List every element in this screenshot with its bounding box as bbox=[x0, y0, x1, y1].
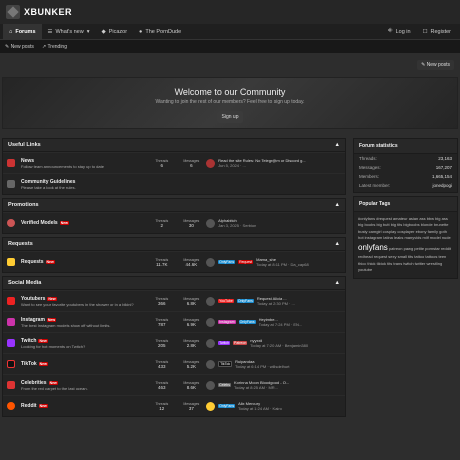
new-posts-button[interactable]: ✎ New posts bbox=[417, 60, 454, 70]
subnav-trending[interactable]: ↗ Trending bbox=[42, 44, 67, 50]
list-item[interactable]: Requests New Threads 11.7K Messages 44.6K O… bbox=[3, 251, 345, 272]
guidelines-icon bbox=[7, 180, 15, 188]
node-desc: Follow team announcements to stay up to … bbox=[21, 163, 104, 169]
reddit-icon bbox=[7, 402, 15, 410]
banner-subtitle: Wanting to join the rest of our members?… bbox=[155, 99, 305, 105]
list-item[interactable]: TikTok New Threads 433 Messages 5.2K TikTok… bbox=[3, 353, 345, 374]
category-title[interactable]: Useful Links bbox=[8, 142, 41, 148]
requests-icon bbox=[7, 258, 15, 266]
login-link[interactable]: ⎆ Log in bbox=[382, 24, 416, 40]
avatar[interactable] bbox=[206, 257, 216, 267]
main-navigation: ⌂ Forums ☰ What's new ▾ ◆ Picazor ● The … bbox=[0, 23, 460, 40]
twitch-icon bbox=[7, 339, 15, 347]
category-requests: Requests ▲ Requests New Threads 11.7K Messa… bbox=[2, 237, 346, 273]
collapse-icon[interactable]: ▲ bbox=[335, 280, 340, 286]
register-link[interactable]: ☐ Register bbox=[417, 24, 457, 40]
tab-forums[interactable]: ⌂ Forums bbox=[3, 23, 42, 40]
avatar[interactable] bbox=[206, 380, 216, 390]
tiktok-icon bbox=[7, 360, 15, 368]
news-icon bbox=[7, 159, 15, 167]
banner-title: Welcome to our Community bbox=[174, 87, 286, 97]
avatar[interactable] bbox=[206, 218, 216, 228]
celebrities-icon bbox=[7, 381, 15, 389]
popular-tags: Popular Tags #onlyfans #request amateur … bbox=[353, 196, 458, 279]
forum-statistics: Forum statistics Threads: 23,163 Messages… bbox=[353, 138, 458, 193]
instagram-icon bbox=[7, 318, 15, 326]
list-item[interactable]: Instagram New The best Instagram models sh… bbox=[3, 311, 345, 332]
logo[interactable]: XBUNKER bbox=[6, 5, 72, 19]
tags-title: Popular Tags bbox=[354, 197, 457, 212]
list-item[interactable]: Community Guidelines Please take a look a… bbox=[3, 173, 345, 194]
avatar[interactable] bbox=[206, 401, 216, 411]
forum-list: Useful Links ▲ News Follow team announceme… bbox=[2, 138, 346, 420]
collapse-icon[interactable]: ▲ bbox=[335, 202, 340, 208]
verified-icon bbox=[7, 219, 15, 227]
sidebar: Forum statistics Threads: 23,163 Messages… bbox=[353, 138, 458, 282]
tab-picazor[interactable]: ◆ Picazor bbox=[95, 24, 133, 40]
list-item[interactable]: Twitch New Looking for hot moments on Twit… bbox=[3, 332, 345, 353]
header: XBUNKER bbox=[0, 0, 460, 24]
collapse-icon[interactable]: ▲ bbox=[335, 241, 340, 247]
list-item[interactable]: Youtubers New Want to see your favorite yo… bbox=[3, 290, 345, 311]
category-useful-links: Useful Links ▲ News Follow team announceme… bbox=[2, 138, 346, 195]
avatar[interactable] bbox=[206, 317, 216, 327]
list-item[interactable]: Celebrities New From the red carpet to the… bbox=[3, 374, 345, 395]
avatar[interactable] bbox=[206, 338, 216, 348]
signup-button[interactable]: Sign up bbox=[216, 111, 244, 123]
subnav-new-posts[interactable]: ✎ New posts bbox=[5, 44, 34, 50]
sub-navigation: ✎ New posts ↗ Trending bbox=[0, 40, 460, 53]
youtube-icon bbox=[7, 297, 15, 305]
page-content: ✎ New posts Welcome to our Community Wan… bbox=[0, 53, 460, 460]
tab-pornduck[interactable]: ● The PornDude bbox=[133, 24, 187, 40]
tab-whats-new[interactable]: ☰ What's new ▾ bbox=[42, 24, 96, 40]
tag-cloud[interactable]: #onlyfans #request amateur asian ass bbw… bbox=[354, 212, 457, 278]
logo-icon bbox=[6, 5, 20, 19]
avatar[interactable] bbox=[206, 158, 216, 168]
welcome-banner: Welcome to our Community Wanting to join… bbox=[2, 77, 458, 129]
logo-text: XBUNKER bbox=[24, 7, 73, 17]
list-item[interactable]: Reddit New Threads 12 Messages 37 OnlyFans A… bbox=[3, 395, 345, 416]
collapse-icon[interactable]: ▲ bbox=[335, 142, 340, 148]
list-item[interactable]: Verified Models New Threads 2 Messages 30 A… bbox=[3, 212, 345, 233]
category-promotions: Promotions ▲ Verified Models New Threads 2 … bbox=[2, 198, 346, 234]
avatar[interactable] bbox=[206, 359, 216, 369]
category-social-media: Social Media ▲ Youtubers New Want to see yo… bbox=[2, 276, 346, 417]
avatar[interactable] bbox=[206, 296, 216, 306]
chevron-down-icon: ▾ bbox=[86, 28, 90, 35]
stats-title: Forum statistics bbox=[354, 139, 457, 154]
list-item[interactable]: News Follow team announcements to stay up… bbox=[3, 152, 345, 173]
